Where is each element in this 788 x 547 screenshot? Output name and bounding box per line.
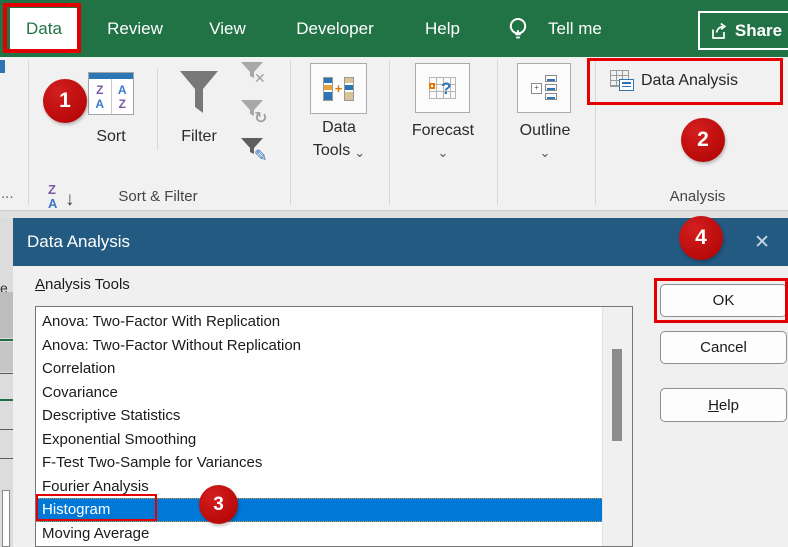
worksheet-gridline xyxy=(0,373,13,374)
list-item[interactable]: Descriptive Statistics xyxy=(36,404,604,428)
list-item[interactable]: Correlation xyxy=(36,357,604,381)
data-tools-icon xyxy=(322,76,333,101)
forecast-icon: ? xyxy=(429,77,456,99)
list-item-label: Anova: Two-Factor Without Replication xyxy=(42,336,302,354)
tab-developer-label: Developer xyxy=(296,19,374,38)
share-button[interactable]: Share xyxy=(698,11,788,50)
list-item-label: Correlation xyxy=(42,360,116,377)
forecast-button[interactable]: ? xyxy=(415,63,470,113)
button-separator xyxy=(157,68,158,150)
outline-label: Outline xyxy=(519,122,571,139)
group-separator xyxy=(290,60,291,205)
chevron-down-icon: ⌄ xyxy=(354,145,366,160)
analysis-tools-label: Analysis Tools xyxy=(35,276,130,293)
tab-help[interactable]: Help xyxy=(405,8,480,50)
list-item[interactable]: Moving Average xyxy=(36,522,604,546)
list-item-label: Covariance xyxy=(42,383,118,401)
annotation-step-1: 1 xyxy=(43,79,87,123)
worksheet-left-edge: e xyxy=(0,218,13,547)
list-item[interactable]: Anova: Two-Factor With Replication xyxy=(36,310,604,334)
sort-icon-col-za: ZA xyxy=(95,82,105,111)
group-label-sort-filter: Sort & Filter xyxy=(118,188,198,205)
help-button[interactable]: Help xyxy=(660,388,787,422)
worksheet-gridline xyxy=(0,429,13,430)
sort-button[interactable]: Sort xyxy=(80,128,142,146)
filter-button[interactable]: Filter xyxy=(168,128,230,146)
list-item[interactable]: Exponential Smoothing xyxy=(36,428,604,452)
highlight-rect-histogram xyxy=(36,494,157,521)
clear-x-icon: ✕ xyxy=(254,70,266,86)
share-icon xyxy=(712,22,727,39)
list-item-label: Moving Average xyxy=(42,524,150,542)
filter-icon[interactable] xyxy=(179,70,219,118)
plus-icon: + xyxy=(334,81,343,96)
tell-me-label: Tell me xyxy=(548,19,602,38)
annotation-step-4: 4 xyxy=(679,216,723,260)
list-item-label: Anova: Two-Factor With Replication xyxy=(42,313,281,330)
tab-help-label: Help xyxy=(425,19,460,38)
clear-filter-button[interactable]: ✕ xyxy=(241,62,275,96)
dialog-title-bar[interactable]: Data Analysis ✕ xyxy=(13,218,788,266)
worksheet-cell xyxy=(0,292,13,338)
chevron-down-icon: ⌄ xyxy=(539,145,551,160)
tab-view-label: View xyxy=(209,19,246,38)
outline-icon: + xyxy=(531,82,542,94)
group-separator xyxy=(497,60,498,205)
annotation-step-3: 3 xyxy=(199,485,238,524)
advanced-filter-button[interactable]: ✎ xyxy=(241,138,275,172)
data-tools-button[interactable]: + xyxy=(310,63,367,114)
scrollbar-thumb[interactable] xyxy=(612,349,622,441)
worksheet-gridline xyxy=(0,399,13,401)
lightbulb-icon xyxy=(509,17,527,38)
highlight-rect-ok xyxy=(654,278,788,323)
list-item[interactable]: F-Test Two-Sample for Variances xyxy=(36,451,604,475)
outline-button[interactable]: + xyxy=(517,63,571,113)
worksheet-strip xyxy=(0,211,788,218)
cancel-button[interactable]: Cancel xyxy=(660,331,787,364)
tab-review[interactable]: Review xyxy=(95,8,175,50)
data-tools-icon xyxy=(344,76,355,101)
group-separator xyxy=(28,60,29,205)
list-item[interactable]: Anova: Two-Factor Without Replication xyxy=(36,334,604,358)
refresh-icon: ↻ xyxy=(254,110,268,127)
dialog-title: Data Analysis xyxy=(27,232,130,251)
tell-me-box[interactable]: Tell me xyxy=(506,8,602,50)
ribbon-overflow-dots: ... xyxy=(1,185,14,202)
sort-button-icon[interactable]: ZA AZ xyxy=(88,72,134,115)
tab-view[interactable]: View xyxy=(190,8,265,50)
tab-developer[interactable]: Developer xyxy=(275,8,395,50)
close-icon[interactable]: ✕ xyxy=(754,218,770,266)
tab-review-label: Review xyxy=(107,19,163,38)
sort-icon-col-az: AZ xyxy=(110,79,134,114)
highlight-rect-data-analysis xyxy=(587,58,783,105)
group-separator xyxy=(389,60,390,205)
forecast-label: Forecast xyxy=(411,122,475,139)
list-item-label: Descriptive Statistics xyxy=(42,407,181,424)
share-label: Share xyxy=(734,20,783,40)
data-tools-label-line1: Data xyxy=(322,119,356,136)
list-item[interactable]: Covariance xyxy=(36,381,604,405)
worksheet-gridline xyxy=(0,339,13,341)
worksheet-cell xyxy=(2,490,10,547)
scrollbar-track[interactable] xyxy=(602,307,632,546)
reapply-filter-button[interactable]: ↻ xyxy=(241,100,275,134)
annotation-step-2: 2 xyxy=(681,118,725,162)
outline-icon-cells xyxy=(545,74,557,102)
excel-window: Data Review View Developer Help Tell me xyxy=(0,0,788,547)
list-item-label: Fourier Analysis xyxy=(42,477,149,495)
group-label-analysis: Analysis xyxy=(669,188,726,205)
highlight-rect-data-tab xyxy=(3,3,81,53)
chevron-down-icon: ⌄ xyxy=(437,145,449,160)
data-tools-label-line2: Tools ⌄ xyxy=(312,142,366,160)
worksheet-cell xyxy=(0,342,13,372)
list-item-label: Exponential Smoothing xyxy=(42,430,197,448)
list-item-label: F-Test Two-Sample for Variances xyxy=(42,454,263,471)
pencil-icon: ✎ xyxy=(254,148,268,165)
worksheet-gridline xyxy=(0,458,13,459)
ribbon-tab-bar: Data Review View Developer Help Tell me xyxy=(0,0,788,57)
cutoff-icon-fragment xyxy=(0,60,5,73)
